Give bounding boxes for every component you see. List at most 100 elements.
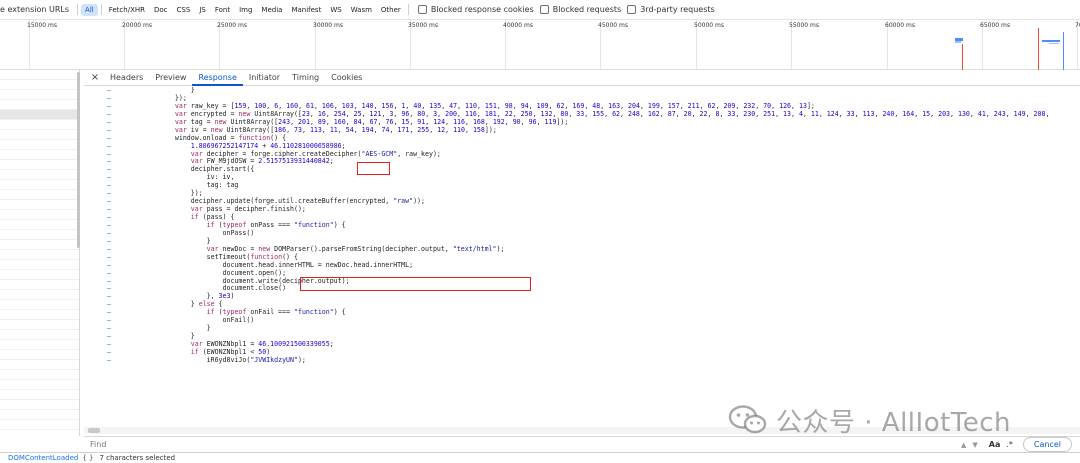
timeline-request-bar bbox=[955, 41, 961, 43]
request-row[interactable] bbox=[0, 400, 79, 410]
request-row[interactable] bbox=[0, 150, 79, 160]
tab-preview[interactable]: Preview bbox=[149, 70, 192, 86]
request-row[interactable] bbox=[0, 170, 79, 180]
timeline-tick: 45000 ms bbox=[598, 20, 628, 70]
request-row[interactable] bbox=[0, 180, 79, 190]
pretty-print-icon[interactable]: { } bbox=[82, 454, 93, 462]
request-row[interactable] bbox=[0, 120, 79, 130]
timeline-tick: 35000 ms bbox=[408, 20, 438, 70]
scrollbar-thumb[interactable] bbox=[88, 428, 100, 433]
checkbox-box[interactable] bbox=[627, 5, 637, 14]
selection-status: 7 characters selected bbox=[99, 454, 176, 462]
resource-type-filters: All Fetch/XHR Doc CSS JS Font Img Media Manifest… bbox=[81, 3, 406, 16]
request-row[interactable] bbox=[0, 360, 79, 370]
timeline-overview[interactable]: 15000 ms 20000 ms 25000 ms 30000 ms 35000 ms… bbox=[0, 20, 1080, 70]
tab-timing[interactable]: Timing bbox=[286, 70, 325, 86]
close-icon[interactable]: × bbox=[86, 72, 104, 83]
request-row[interactable] bbox=[0, 380, 79, 390]
extension-urls-label[interactable]: e extension URLs bbox=[0, 5, 69, 14]
request-list[interactable] bbox=[0, 70, 80, 436]
request-row[interactable] bbox=[0, 250, 79, 260]
divider bbox=[407, 4, 409, 15]
checkbox-box[interactable] bbox=[417, 5, 427, 14]
dom-content-loaded-label: DOMContentLoaded bbox=[8, 454, 79, 462]
timeline-tick: 40000 ms bbox=[503, 20, 533, 70]
filter-doc[interactable]: Doc bbox=[150, 4, 172, 16]
filter-checkboxes: Blocked response cookies Blocked requests… bbox=[412, 5, 715, 14]
request-row[interactable] bbox=[0, 310, 79, 320]
filter-bar: e extension URLs All Fetch/XHR Doc CSS JS Fon… bbox=[0, 0, 1080, 20]
code-line: – tag: tag bbox=[84, 181, 1080, 190]
find-input[interactable]: Find bbox=[90, 440, 958, 449]
request-row[interactable] bbox=[0, 330, 79, 340]
tab-initiator[interactable]: Initiator bbox=[243, 70, 286, 86]
request-row[interactable] bbox=[0, 270, 79, 280]
code-line: – }, 3e3) bbox=[84, 292, 1080, 301]
timeline-tick: 15000 ms bbox=[27, 20, 57, 70]
filter-all[interactable]: All bbox=[81, 3, 98, 16]
filter-other[interactable]: Other bbox=[377, 4, 405, 16]
code-text: iR6yd8viJo("JVWIkdzyUN"); bbox=[159, 355, 306, 364]
request-row[interactable] bbox=[0, 130, 79, 140]
request-row[interactable] bbox=[0, 140, 79, 150]
request-row[interactable] bbox=[0, 160, 79, 170]
highlight-box-aes-gcm bbox=[357, 162, 390, 175]
request-row[interactable] bbox=[0, 260, 79, 270]
request-row[interactable] bbox=[0, 350, 79, 360]
request-row[interactable] bbox=[0, 370, 79, 380]
filter-css[interactable]: CSS bbox=[173, 4, 195, 16]
timeline-marker-blue bbox=[1063, 32, 1064, 70]
request-row[interactable] bbox=[0, 340, 79, 350]
request-row[interactable] bbox=[0, 190, 79, 200]
checkbox-box[interactable] bbox=[539, 5, 549, 14]
wechat-icon bbox=[728, 405, 767, 434]
request-row[interactable] bbox=[0, 70, 79, 80]
request-row[interactable] bbox=[0, 220, 79, 230]
checkbox-blocked-requests[interactable]: Blocked requests bbox=[539, 5, 622, 14]
request-row[interactable] bbox=[0, 280, 79, 290]
request-row[interactable] bbox=[0, 210, 79, 220]
checkbox-label: Blocked requests bbox=[552, 5, 622, 14]
filter-img[interactable]: Img bbox=[235, 4, 256, 16]
divider bbox=[100, 4, 102, 15]
tab-headers[interactable]: Headers bbox=[104, 70, 149, 86]
checkbox-label: 3rd-party requests bbox=[640, 5, 715, 14]
request-row[interactable] bbox=[0, 410, 79, 420]
response-code-viewer[interactable]: – } – }); – var raw_key = [159, 100, 6, 16… bbox=[84, 87, 1080, 425]
request-row[interactable] bbox=[0, 200, 79, 210]
filter-ws[interactable]: WS bbox=[326, 4, 345, 16]
timeline-tick: 70000 ms bbox=[1075, 20, 1080, 70]
request-row[interactable] bbox=[0, 80, 79, 90]
request-row[interactable] bbox=[0, 100, 79, 110]
filter-js[interactable]: JS bbox=[195, 4, 210, 16]
chevron-down-icon[interactable]: ▼ bbox=[972, 441, 977, 449]
request-row[interactable] bbox=[0, 110, 79, 120]
request-row[interactable] bbox=[0, 390, 79, 400]
request-list-scrollbar[interactable] bbox=[77, 72, 80, 248]
request-row[interactable] bbox=[0, 90, 79, 100]
timeline-tick: 30000 ms bbox=[313, 20, 343, 70]
chevron-up-icon[interactable]: ▲ bbox=[961, 441, 966, 449]
tab-cookies[interactable]: Cookies bbox=[325, 70, 368, 86]
code-line: – } bbox=[84, 87, 1080, 95]
regex-button[interactable]: .* bbox=[1006, 440, 1013, 449]
filter-manifest[interactable]: Manifest bbox=[287, 4, 325, 16]
filter-fetch-xhr[interactable]: Fetch/XHR bbox=[105, 4, 149, 16]
request-row[interactable] bbox=[0, 300, 79, 310]
checkbox-blocked-response-cookies[interactable]: Blocked response cookies bbox=[417, 5, 534, 14]
filter-wasm[interactable]: Wasm bbox=[347, 4, 376, 16]
filter-media[interactable]: Media bbox=[257, 4, 286, 16]
timeline-request-bar bbox=[1042, 40, 1060, 42]
tab-response[interactable]: Response bbox=[192, 70, 243, 86]
request-row[interactable] bbox=[0, 320, 79, 330]
request-row[interactable] bbox=[0, 420, 79, 430]
match-case-button[interactable]: Aa bbox=[989, 440, 1001, 449]
request-row[interactable] bbox=[0, 230, 79, 240]
cancel-button[interactable]: Cancel bbox=[1022, 437, 1072, 452]
filter-font[interactable]: Font bbox=[211, 4, 234, 16]
checkbox-label: Blocked response cookies bbox=[430, 5, 534, 14]
request-row[interactable] bbox=[0, 290, 79, 300]
timeline-marker-red bbox=[1038, 28, 1039, 70]
request-row[interactable] bbox=[0, 240, 79, 250]
checkbox-3rd-party-requests[interactable]: 3rd-party requests bbox=[627, 5, 715, 14]
